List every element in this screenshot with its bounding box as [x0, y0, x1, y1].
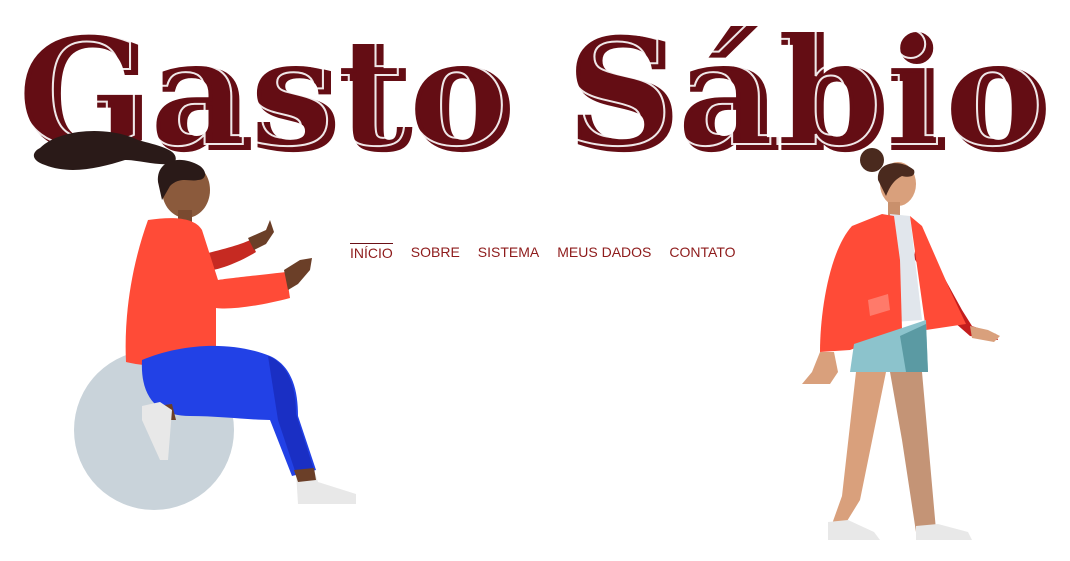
shoe-back: [916, 524, 972, 540]
hair-ponytail: [33, 130, 176, 170]
hand-back: [970, 326, 1000, 342]
hand-front: [802, 352, 838, 384]
woman-ball-svg: [33, 130, 356, 510]
illustration-woman-walking: [790, 140, 1020, 550]
illustration-woman-ball: [30, 120, 370, 520]
shoe-front: [828, 520, 880, 540]
hand-front: [284, 258, 312, 290]
neck: [888, 202, 900, 216]
nav-meus-dados[interactable]: MEUS DADOS: [557, 243, 651, 261]
nav-sistema[interactable]: SISTEMA: [478, 243, 539, 261]
woman-walking-svg: [802, 148, 1000, 540]
hand-back: [248, 220, 274, 250]
leg-back: [890, 372, 936, 532]
nav-contato[interactable]: CONTATO: [669, 243, 735, 261]
nav-sobre[interactable]: SOBRE: [411, 243, 460, 261]
jacket: [820, 214, 902, 352]
hair-bun: [860, 148, 884, 172]
leg-front: [832, 372, 886, 526]
main-nav: INÍCIO SOBRE SISTEMA MEUS DADOS CONTATO: [350, 243, 736, 261]
